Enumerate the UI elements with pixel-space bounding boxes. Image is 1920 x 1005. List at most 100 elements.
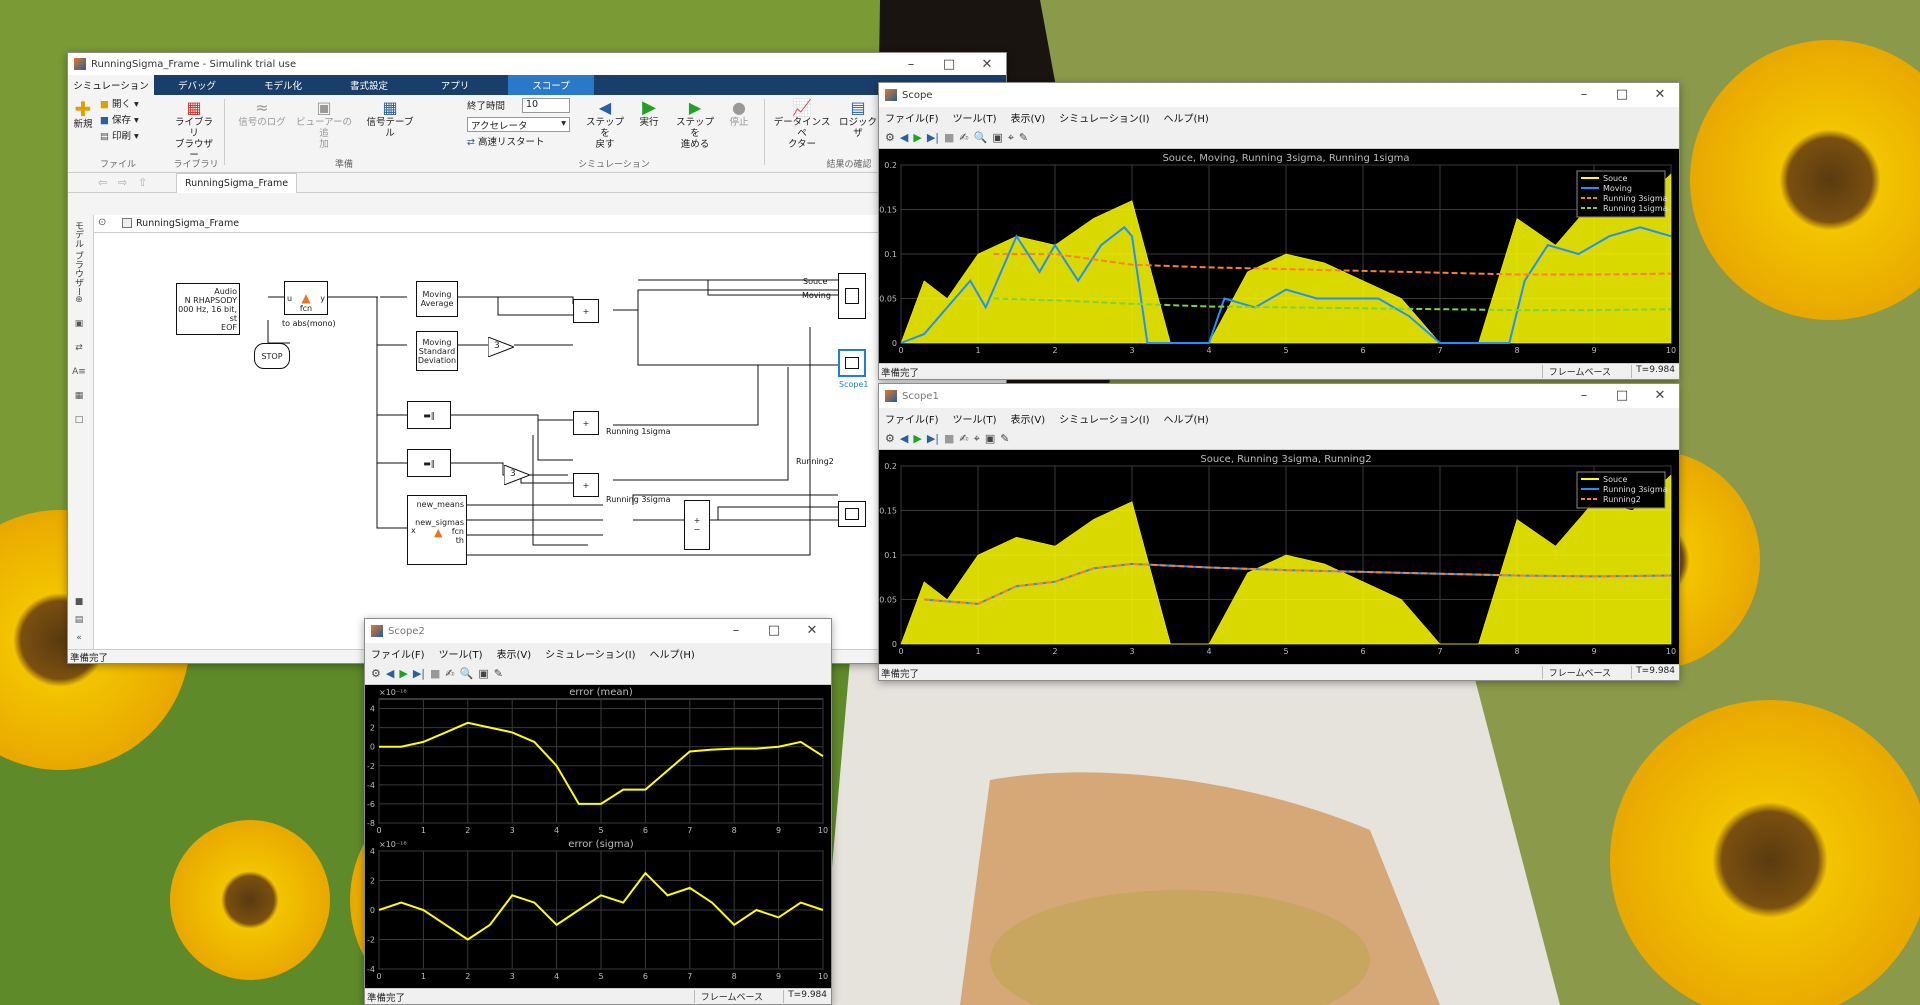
- fit-icon[interactable]: ▣: [478, 667, 488, 680]
- minimize-button[interactable]: –: [1565, 83, 1603, 105]
- step-icon[interactable]: ▶|: [927, 131, 939, 144]
- sum-block-4[interactable]: +−: [684, 500, 710, 550]
- menu-view[interactable]: 表示(V): [1010, 110, 1045, 125]
- tab-modeling[interactable]: モデル化: [240, 75, 326, 95]
- add-viewer-button[interactable]: ▣ビューアーの追 加: [294, 99, 354, 150]
- forward-icon[interactable]: ⇨: [118, 176, 127, 189]
- menu-view[interactable]: 表示(V): [496, 646, 531, 661]
- rewind-icon[interactable]: ◀: [900, 131, 908, 144]
- step-icon[interactable]: ▶|: [927, 432, 939, 445]
- stop-icon[interactable]: ■: [944, 131, 954, 144]
- menu-help[interactable]: ヘルプ(H): [650, 646, 695, 661]
- sum-block-2[interactable]: +: [573, 411, 599, 435]
- menu-help[interactable]: ヘルプ(H): [1164, 110, 1209, 125]
- minimize-button[interactable]: –: [1565, 384, 1603, 406]
- stop-button[interactable]: ●停止: [724, 99, 754, 128]
- step-forward-button[interactable]: ▶ステップを 進める: [672, 99, 718, 150]
- library-browser-button[interactable]: ▦ライブラリ ブラウザー: [172, 99, 216, 161]
- audio-source-block[interactable]: Audio N RHAPSODY 000 Hz, 16 bit, st EOF: [176, 283, 240, 335]
- gear-icon[interactable]: ⚙: [885, 432, 895, 445]
- cursor-icon[interactable]: ⌖: [974, 432, 980, 446]
- running-block-1[interactable]: ▬‖: [407, 401, 451, 429]
- fcn-stats-block[interactable]: x new_means new_sigmas fcn th ▲: [407, 495, 467, 565]
- menu-file[interactable]: ファイル(F): [885, 110, 939, 125]
- menu-tools[interactable]: ツール(T): [439, 646, 483, 661]
- scope1-block[interactable]: [838, 349, 866, 377]
- model-tab[interactable]: RunningSigma_Frame: [176, 173, 297, 193]
- tab-apps[interactable]: アプリ: [412, 75, 498, 95]
- running-block-2[interactable]: ▬‖: [407, 449, 451, 477]
- close-button[interactable]: ✕: [1641, 83, 1679, 105]
- maximize-button[interactable]: □: [1603, 83, 1641, 105]
- print-button[interactable]: ▤ 印刷 ▾: [100, 131, 139, 142]
- signal-table-button[interactable]: ▦信号テーブル: [362, 99, 418, 139]
- menu-tools[interactable]: ツール(T): [953, 110, 997, 125]
- moving-average-block[interactable]: Moving Average: [416, 281, 458, 317]
- fit-icon[interactable]: ▣: [985, 432, 995, 445]
- highlight-icon[interactable]: ✍: [959, 131, 968, 144]
- highlight-icon[interactable]: ✍: [959, 432, 968, 445]
- edit-icon[interactable]: ✎: [1000, 432, 1009, 445]
- menu-file[interactable]: ファイル(F): [371, 646, 425, 661]
- tab-simulation[interactable]: シミュレーション: [68, 75, 154, 95]
- close-button[interactable]: ✕: [968, 53, 1006, 75]
- run-button[interactable]: ▶実行: [634, 99, 664, 128]
- gear-icon[interactable]: ⚙: [885, 131, 895, 144]
- scope1-plot-area[interactable]: Souce, Running 3sigma, Running2012345678…: [879, 450, 1680, 664]
- stop-icon[interactable]: ■: [944, 432, 954, 445]
- scope2-plot-area[interactable]: error (mean)×10⁻¹⁶012345678910420-2-4-6-…: [365, 685, 832, 990]
- run-icon[interactable]: ▶: [913, 432, 921, 445]
- tab-scope[interactable]: スコープ: [508, 75, 594, 95]
- scope2-block[interactable]: [838, 501, 866, 527]
- tab-debug[interactable]: デバッグ: [154, 75, 240, 95]
- gear-icon[interactable]: ⚙: [371, 667, 381, 680]
- stop-icon[interactable]: ■: [430, 667, 440, 680]
- menu-simulation[interactable]: シミュレーション(I): [1059, 411, 1149, 426]
- maximize-button[interactable]: □: [930, 53, 968, 75]
- fast-restart-button[interactable]: ⇄ 高速リスタート: [467, 137, 545, 148]
- menu-simulation[interactable]: シミュレーション(I): [545, 646, 635, 661]
- edit-icon[interactable]: ✎: [494, 667, 503, 680]
- rewind-icon[interactable]: ◀: [900, 432, 908, 445]
- zoom-icon[interactable]: 🔍: [974, 131, 988, 144]
- stop-block[interactable]: STOP: [254, 343, 290, 369]
- menu-simulation[interactable]: シミュレーション(I): [1059, 110, 1149, 125]
- signal-log-button[interactable]: ≈信号のログ: [238, 99, 286, 128]
- run-icon[interactable]: ▶: [399, 667, 407, 680]
- logic-analyzer-button[interactable]: ▤ロジック ザ: [838, 99, 878, 139]
- maximize-button[interactable]: □: [755, 619, 793, 641]
- solver-select[interactable]: アクセレータ▾: [467, 117, 570, 132]
- model-canvas[interactable]: モデル ブラウザー ⊕ ▣ ⇄ A≡ ▦ □ ■ ▤ « ⊙ RunningSi…: [68, 215, 1007, 649]
- fcn-abs-block[interactable]: u ▲ fcn y: [284, 281, 328, 315]
- sum-block-3[interactable]: +: [573, 473, 599, 497]
- zoom-icon[interactable]: 🔍: [460, 667, 474, 680]
- minimize-button[interactable]: –: [717, 619, 755, 641]
- rewind-icon[interactable]: ◀: [386, 667, 394, 680]
- back-icon[interactable]: ⇦: [98, 176, 107, 189]
- fit-icon[interactable]: ▣: [992, 131, 1002, 144]
- close-button[interactable]: ✕: [1641, 384, 1679, 406]
- open-button[interactable]: ■ 開く ▾: [100, 99, 139, 110]
- step-back-button[interactable]: ◀ステップを 戻す: [582, 99, 628, 150]
- stop-time-input[interactable]: 10: [522, 98, 570, 113]
- save-button[interactable]: ■ 保存 ▾: [100, 115, 139, 126]
- run-icon[interactable]: ▶: [913, 131, 921, 144]
- scope-block[interactable]: [838, 273, 866, 319]
- tab-format[interactable]: 書式設定: [326, 75, 412, 95]
- scope-plot-area[interactable]: Souce, Moving, Running 3sigma, Running 1…: [879, 149, 1680, 363]
- gain-block-2[interactable]: 3: [504, 465, 530, 485]
- menu-file[interactable]: ファイル(F): [885, 411, 939, 426]
- menu-tools[interactable]: ツール(T): [953, 411, 997, 426]
- gain-block[interactable]: 3: [488, 337, 514, 357]
- data-inspector-button[interactable]: 📈データインスペ クター: [770, 99, 834, 150]
- moving-std-block[interactable]: Moving Standard Deviation: [416, 331, 458, 371]
- up-icon[interactable]: ⇧: [138, 176, 147, 189]
- highlight-icon[interactable]: ✍: [445, 667, 454, 680]
- edit-icon[interactable]: ✎: [1019, 131, 1028, 144]
- maximize-button[interactable]: □: [1603, 384, 1641, 406]
- menu-view[interactable]: 表示(V): [1010, 411, 1045, 426]
- step-icon[interactable]: ▶|: [413, 667, 425, 680]
- close-button[interactable]: ✕: [793, 619, 831, 641]
- sum-block-1[interactable]: +: [573, 299, 599, 323]
- menu-help[interactable]: ヘルプ(H): [1164, 411, 1209, 426]
